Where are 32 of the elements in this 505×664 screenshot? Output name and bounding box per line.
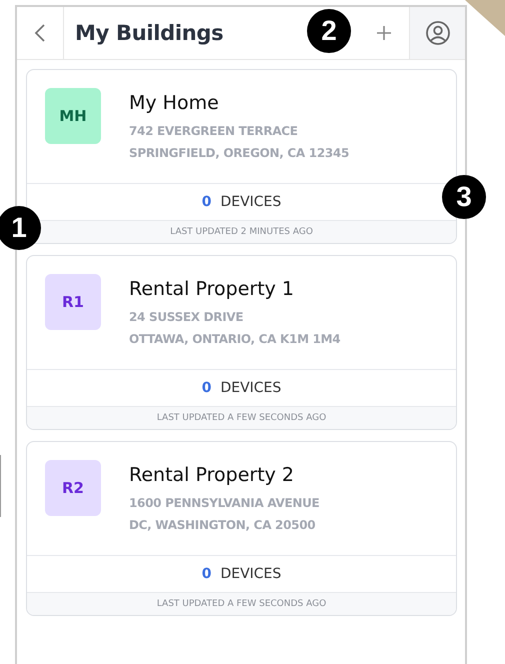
address-line: 24 SUSSEX DRIVE	[129, 309, 244, 326]
devices-label: DEVICES	[220, 194, 282, 210]
address-line: 1600 PENNSYLVANIA AVENUE	[129, 495, 320, 512]
building-avatar: R1	[45, 274, 101, 330]
devices-label: DEVICES	[220, 566, 282, 582]
building-card[interactable]: R1 Rental Property 1 24 SUSSEX DRIVE OTTAWA, ONTARIO, CA K1M 1M4 0 DEVICES LAST UPDATED A FEW SECONDS AGO	[26, 255, 457, 430]
building-avatar: MH	[45, 88, 101, 144]
last-updated-text: LAST UPDATED A FEW SECONDS AGO	[156, 413, 326, 423]
last-updated-text: LAST UPDATED 2 MINUTES AGO	[170, 227, 313, 237]
building-name: Rental Property 1	[129, 278, 296, 300]
callout-number: 1	[0, 206, 41, 250]
plus-icon	[376, 25, 392, 41]
device-count: 0	[202, 380, 212, 396]
profile-button[interactable]	[409, 7, 465, 59]
building-avatar: R2	[45, 460, 101, 516]
device-count: 0	[202, 194, 212, 210]
device-count: 0	[202, 566, 212, 582]
page-title: My Buildings	[74, 20, 224, 47]
back-icon	[34, 23, 46, 43]
address-line: 742 EVERGREEN TERRACE	[129, 123, 299, 140]
address-line: DC, WASHINGTON, CA 20500	[129, 517, 316, 534]
address-line: SPRINGFIELD, OREGON, CA 12345	[129, 145, 350, 162]
building-name: Rental Property 2	[129, 464, 296, 486]
last-updated-text: LAST UPDATED A FEW SECONDS AGO	[156, 599, 326, 609]
address-line: OTTAWA, ONTARIO, CA K1M 1M4	[129, 331, 340, 348]
callout-number: 3	[442, 175, 486, 219]
edge-line	[0, 455, 1, 517]
building-card[interactable]: MH My Home 742 EVERGREEN TERRACE SPRINGFIELD, OREGON, CA 12345 0 DEVICES LAST UPDATED 2 MINUTES AGO	[26, 69, 457, 244]
building-card[interactable]: R2 Rental Property 2 1600 PENNSYLVANIA AVENUE DC, WASHINGTON, CA 20500 0 DEVICES LAST UPDATED A FEW SECONDS AGO	[26, 441, 457, 616]
devices-label: DEVICES	[220, 380, 282, 396]
user-icon	[424, 20, 450, 46]
building-name: My Home	[129, 92, 220, 114]
